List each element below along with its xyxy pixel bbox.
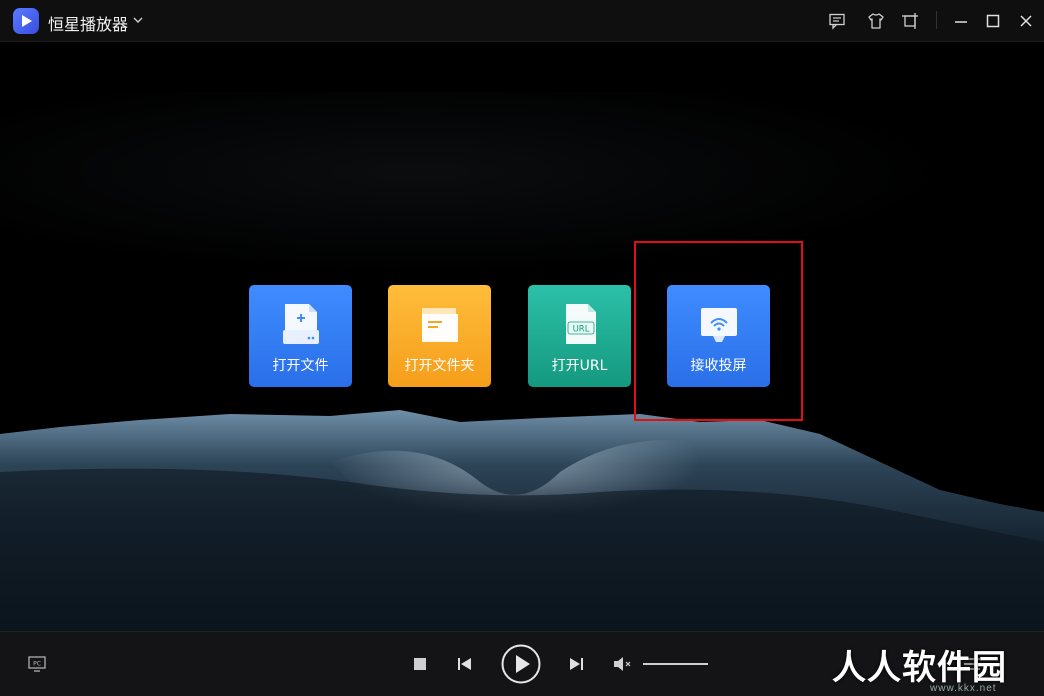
next-icon[interactable]: [566, 654, 586, 674]
open-url-icon: URL: [565, 304, 596, 344]
volume-level: [643, 663, 708, 665]
open-url-button[interactable]: URL 打开URL: [528, 285, 631, 387]
receive-cast-button[interactable]: 接收投屏: [667, 285, 770, 387]
titlebar-separator: [936, 11, 937, 29]
pin-icon[interactable]: [899, 10, 921, 32]
skin-icon[interactable]: [865, 10, 887, 32]
open-folder-button[interactable]: 打开文件夹: [388, 285, 491, 387]
mute-icon[interactable]: [612, 654, 634, 674]
open-file-icon: [282, 304, 319, 344]
background-landscape: [0, 410, 1044, 631]
volume-slider[interactable]: [643, 663, 708, 665]
video-stage[interactable]: 打开文件 打开文件夹 URL 打开URL 接收投屏: [0, 42, 1044, 631]
open-file-label: 打开文件: [272, 358, 329, 374]
cast-receive-icon: [700, 308, 737, 342]
play-icon[interactable]: [501, 644, 541, 684]
previous-icon[interactable]: [455, 654, 475, 674]
app-logo-icon: [13, 8, 39, 34]
pc-icon[interactable]: PC: [26, 654, 48, 674]
open-folder-label: 打开文件夹: [404, 358, 475, 374]
maximize-icon[interactable]: [982, 10, 1004, 32]
close-icon[interactable]: [1015, 10, 1037, 32]
watermark: 人人软件园: [832, 648, 1007, 688]
chevron-down-icon[interactable]: [132, 14, 144, 26]
watermark-url: www.kkx.net: [930, 683, 997, 694]
title-bar: 恒星播放器: [0, 0, 1044, 42]
feedback-icon[interactable]: [826, 10, 848, 32]
open-file-button[interactable]: 打开文件: [249, 285, 352, 387]
stop-icon[interactable]: [410, 654, 430, 674]
app-title[interactable]: 恒星播放器: [48, 11, 128, 35]
svg-text:PC: PC: [33, 661, 41, 668]
open-url-label: 打开URL: [551, 358, 608, 374]
url-badge-text: URL: [572, 325, 589, 335]
open-folder-icon: [421, 308, 458, 342]
minimize-icon[interactable]: [950, 10, 972, 32]
receive-cast-label: 接收投屏: [690, 358, 747, 374]
